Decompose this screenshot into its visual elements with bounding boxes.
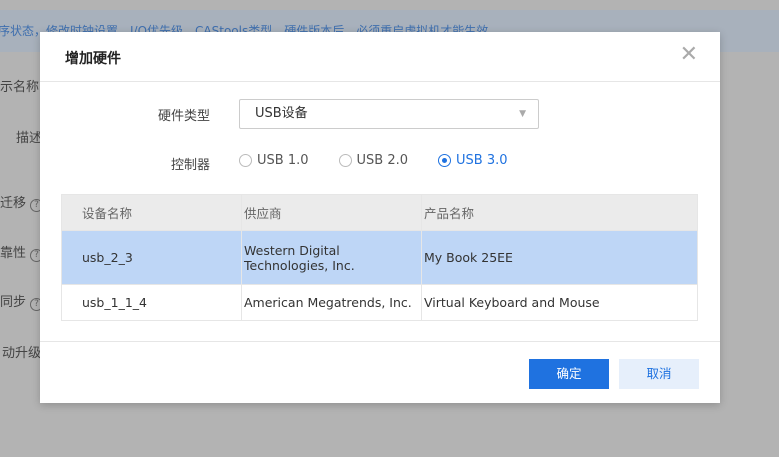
dialog-footer: 确定 取消	[40, 341, 720, 403]
cell-product: My Book 25EE	[421, 230, 698, 285]
controller-radio-group: USB 1.0 USB 2.0 USB 3.0	[239, 153, 538, 168]
hardware-type-select[interactable]: USB设备 ▼	[239, 99, 539, 129]
bg-label-reliability: 靠性?	[0, 242, 44, 262]
radio-circle-icon	[239, 154, 252, 167]
bg-label-sync: 同步?	[0, 291, 44, 311]
dialog-header: 增加硬件 ✕	[40, 32, 720, 82]
radio-usb-3[interactable]: USB 3.0	[438, 153, 508, 168]
label-text: 同步	[0, 295, 27, 310]
radio-label: USB 3.0	[456, 153, 508, 168]
label-text: 迁移	[0, 196, 27, 211]
controller-row: 控制器	[40, 154, 210, 173]
controller-label: 控制器	[170, 158, 210, 173]
bg-label-name: 示名称	[0, 80, 40, 95]
col-device-name: 设备名称	[61, 194, 242, 231]
label-text: 靠性	[0, 246, 27, 261]
dialog-title: 增加硬件	[65, 51, 121, 67]
cell-device: usb_2_3	[61, 230, 242, 285]
col-vendor: 供应商	[241, 194, 422, 231]
radio-checked-icon	[438, 154, 451, 167]
select-value: USB设备	[255, 106, 308, 121]
radio-usb-2[interactable]: USB 2.0	[338, 153, 409, 168]
add-hardware-dialog: 增加硬件 ✕ 硬件类型 USB设备 ▼ 控制器 USB 1.0 USB 2.0 U…	[40, 32, 720, 403]
hardware-type-label: 硬件类型	[157, 109, 210, 124]
col-product-name: 产品名称	[421, 194, 698, 231]
radio-label: USB 1.0	[257, 153, 309, 168]
cancel-button[interactable]: 取消	[619, 359, 699, 389]
bg-label-autoupgrade: 动升级	[2, 346, 42, 361]
table-header: 设备名称 供应商 产品名称	[61, 194, 698, 231]
radio-label: USB 2.0	[356, 153, 409, 168]
cell-device: usb_1_1_4	[61, 284, 242, 321]
cell-vendor: American Megatrends, Inc.	[241, 284, 422, 321]
radio-usb-1[interactable]: USB 1.0	[239, 153, 309, 168]
cell-vendor: Western Digital Technologies, Inc.	[241, 230, 422, 285]
radio-circle-icon	[338, 154, 352, 167]
chevron-down-icon: ▼	[519, 109, 526, 119]
hardware-type-row: 硬件类型	[40, 105, 210, 124]
cell-product: Virtual Keyboard and Mouse	[421, 284, 698, 321]
bg-label-desc: 描述	[16, 131, 43, 146]
close-icon[interactable]: ✕	[680, 44, 698, 66]
table-row[interactable]: usb_1_1_4 American Megatrends, Inc. Virt…	[61, 284, 698, 321]
confirm-button[interactable]: 确定	[529, 359, 609, 389]
usb-device-table: 设备名称 供应商 产品名称 usb_2_3 Western Digital Te…	[61, 194, 698, 321]
table-row[interactable]: usb_2_3 Western Digital Technologies, In…	[61, 230, 698, 285]
bg-label-migrate: 迁移?	[0, 192, 44, 212]
